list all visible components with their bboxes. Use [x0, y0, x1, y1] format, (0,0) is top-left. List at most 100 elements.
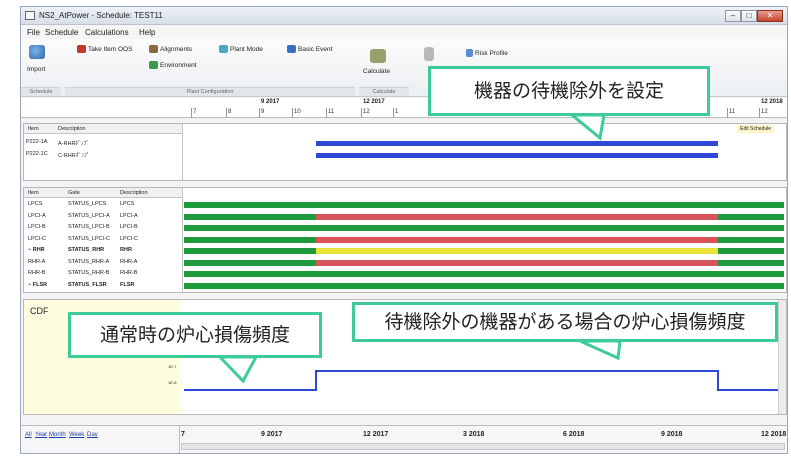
row-item: − FLSR	[28, 281, 48, 288]
row-description: LPCI-B	[120, 224, 138, 230]
row-item: RHR-A	[28, 258, 46, 265]
table-row[interactable]: P222-1A A-RHRﾎﾟﾝﾌﾟ	[24, 138, 182, 148]
row-gate: STATUS_LPCS	[68, 201, 107, 207]
menu-calculations[interactable]: Calculations	[85, 28, 129, 37]
row-item: LPCI-C	[28, 235, 47, 242]
table-row[interactable]: − RHR STATUS_RHR RHR	[24, 246, 182, 256]
menu-help[interactable]: Help	[139, 28, 155, 37]
y-tick-label: 1E-8	[168, 380, 177, 385]
plant-mode-label: Plant Mode	[230, 45, 263, 53]
import-icon	[29, 45, 45, 59]
header-item: Item	[28, 190, 39, 196]
row-description: RHR-B	[120, 270, 138, 276]
row-item: LPCI-A	[28, 212, 46, 219]
tick-mark	[226, 108, 227, 118]
table-row[interactable]: LPCI-A STATUS_LPCI-A LPCI-A	[24, 212, 182, 222]
tick-mark	[393, 108, 394, 118]
oos-bar[interactable]	[316, 153, 718, 158]
basic-event-button[interactable]: Basic Event	[287, 45, 332, 53]
row-description: C-RHRﾎﾟﾝﾌﾟ	[58, 153, 90, 159]
horizontal-scrollbar[interactable]	[181, 443, 785, 450]
tick-label: 12	[761, 109, 768, 115]
oos-bar[interactable]	[316, 141, 718, 146]
basic-event-label: Basic Event	[298, 45, 333, 53]
calculator-icon	[370, 49, 386, 63]
tick-label: 11	[729, 109, 736, 115]
row-description: FLSR	[120, 281, 135, 288]
status-bar-segment	[718, 236, 784, 243]
axis-label: 12 2018	[761, 431, 787, 438]
header-gate: Gate	[68, 190, 80, 196]
take-oos-button[interactable]: Take Item OOS	[77, 45, 132, 53]
table-row[interactable]: P222-1C C-RHRﾎﾟﾝﾌﾟ	[24, 150, 182, 160]
status-bar-segment	[184, 202, 784, 208]
table-row[interactable]: RHR-B STATUS_RHR-B RHR-B	[24, 269, 182, 279]
alignments-button[interactable]: Alignments	[149, 45, 192, 53]
oos-bar-area	[184, 124, 784, 180]
status-bar-segment	[316, 213, 718, 220]
status-bar-segment	[184, 259, 316, 266]
month-label: 12 2018	[761, 99, 783, 105]
event-icon	[287, 45, 296, 53]
tick-mark	[759, 108, 760, 118]
row-gate: STATUS_RHR	[68, 247, 105, 253]
tick-mark	[259, 108, 260, 118]
zoom-week-link[interactable]: Week	[69, 432, 84, 438]
table-row[interactable]: LPCS STATUS_LPCS LPCS	[24, 200, 182, 210]
row-item: P222-1A	[26, 139, 48, 145]
group-calculate: Calculate	[359, 87, 409, 96]
gate-bar-area	[184, 188, 784, 292]
axis-label: 9 2018	[661, 431, 683, 438]
menu-file[interactable]: File	[27, 28, 40, 37]
month-label: 12 2017	[363, 99, 385, 105]
take-oos-label: Take Item OOS	[88, 45, 133, 53]
tick-label: 9	[261, 109, 265, 115]
status-bar-segment	[718, 248, 784, 254]
status-bar-segment	[718, 213, 784, 220]
row-item: P222-1C	[26, 151, 48, 157]
row-gate: STATUS_RHR-A	[68, 258, 110, 265]
status-bar-segment	[184, 225, 784, 231]
zoom-day-link[interactable]: Day	[87, 432, 98, 438]
callout-oos-cdf: 待機除外の機器がある場合の炉心損傷頻度	[352, 302, 778, 342]
axis-label: 3 2018	[463, 431, 485, 438]
row-item: − RHR	[28, 247, 45, 253]
table-row[interactable]: RHR-A STATUS_RHR-A RHR-A	[24, 258, 182, 268]
calculate-button[interactable]: Calculate	[363, 68, 390, 75]
status-bar-segment	[316, 248, 718, 254]
minimize-button[interactable]: –	[725, 10, 741, 22]
status-bar-segment	[316, 236, 718, 243]
plant-mode-button[interactable]: Plant Mode	[219, 45, 263, 53]
menu-schedule[interactable]: Schedule	[45, 28, 78, 37]
alignment-icon	[149, 45, 158, 53]
zoom-all-link[interactable]: All	[25, 432, 32, 438]
environment-button[interactable]: Environment	[149, 61, 197, 69]
axis-label: 12 2017	[363, 431, 389, 438]
risk-profile-button[interactable]: Risk Profile	[466, 49, 508, 57]
table-row[interactable]: − FLSR STATUS_FLSR FLSR	[24, 281, 182, 291]
row-description: LPCI-C	[120, 235, 139, 242]
close-button[interactable]: ✕	[757, 10, 783, 22]
tick-mark	[326, 108, 327, 118]
table-row[interactable]: LPCI-C STATUS_LPCI-C LPCI-C	[24, 235, 182, 245]
header-item: Item	[28, 126, 39, 132]
maximize-button[interactable]: □	[741, 10, 757, 22]
row-item: LPCI-B	[28, 224, 46, 230]
zoom-year-link[interactable]: Year	[35, 432, 47, 438]
header-description: Description	[58, 126, 86, 132]
wrench-icon	[77, 45, 86, 53]
status-bar-segment	[184, 236, 316, 243]
group-plant-config: Plant Configuration	[65, 87, 355, 96]
cdf-scrollbar[interactable]	[778, 300, 786, 414]
row-gate: STATUS_LPCI-C	[68, 235, 110, 242]
row-item: LPCS	[28, 201, 43, 207]
group-schedule: Schedule	[21, 87, 61, 96]
table-row[interactable]: LPCI-B STATUS_LPCI-B LPCI-B	[24, 223, 182, 233]
chart-icon	[466, 49, 473, 57]
callout-normal-cdf: 通常時の炉心損傷頻度	[68, 312, 322, 358]
import-button[interactable]: Import	[27, 66, 45, 73]
month-label: 9 2017	[261, 99, 280, 105]
row-gate: STATUS_LPCI-A	[68, 212, 110, 219]
row-description: LPCI-A	[120, 212, 138, 219]
zoom-month-link[interactable]: Month	[49, 432, 66, 438]
